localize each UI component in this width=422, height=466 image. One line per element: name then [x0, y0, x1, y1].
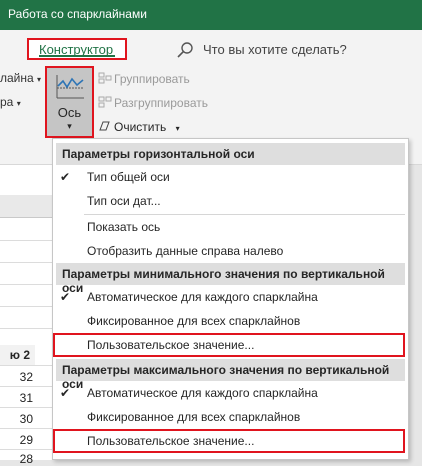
- axis-options-menu: Параметры горизонтальной оси ✔ Тип общей…: [52, 138, 409, 460]
- highlight-box: [53, 333, 405, 357]
- eraser-icon: [99, 121, 110, 131]
- menu-item-max-auto[interactable]: ✔ Автоматическое для каждого спарклайна: [56, 381, 405, 405]
- checkmark-icon: ✔: [60, 170, 71, 184]
- group-button[interactable]: Группировать: [98, 72, 190, 86]
- column-header-row: [0, 195, 60, 218]
- group-icon: [98, 72, 112, 84]
- grid-line: [0, 240, 60, 241]
- ribbon-fragment-1[interactable]: лайна ▾: [0, 71, 41, 85]
- cell-value[interactable]: 32: [20, 370, 33, 384]
- tab-constructor[interactable]: Конструктор: [27, 38, 127, 60]
- chevron-down-icon: ▾: [67, 121, 72, 131]
- ribbon-fragment-2[interactable]: ра ▾: [0, 95, 21, 109]
- axis-chart-icon: [56, 75, 84, 99]
- highlight-box: [53, 429, 405, 453]
- dropdown-caret-icon: ▾: [16, 99, 21, 108]
- menu-item-general-axis-type[interactable]: ✔ Тип общей оси: [56, 165, 405, 189]
- cell-value[interactable]: 30: [20, 412, 33, 426]
- search-icon[interactable]: [176, 41, 194, 59]
- grid-line: [0, 284, 60, 285]
- worksheet-grid[interactable]: ю 2 32 31 30 29 28: [0, 165, 60, 466]
- menu-item-date-axis-type[interactable]: Тип оси дат...: [56, 189, 405, 213]
- menu-section-header: Параметры горизонтальной оси: [56, 143, 405, 165]
- menu-item-min-auto[interactable]: ✔ Автоматическое для каждого спарклайна: [56, 285, 405, 309]
- grid-line: [0, 328, 60, 329]
- cell-value[interactable]: 31: [20, 391, 33, 405]
- header-cell[interactable]: ю 2: [0, 345, 35, 365]
- grid-line: [0, 386, 60, 387]
- cell-value[interactable]: 28: [20, 452, 33, 466]
- chevron-down-icon: ▾: [175, 124, 180, 133]
- tell-me-search[interactable]: Что вы хотите сделать?: [203, 42, 347, 57]
- grid-line: [0, 449, 60, 450]
- grid-line: [0, 428, 60, 429]
- cell-value[interactable]: 29: [20, 433, 33, 447]
- ungroup-icon: [98, 96, 112, 108]
- active-tab-underline: [39, 55, 115, 57]
- grid-line: [0, 262, 60, 263]
- window-title: Работа со спарклайнами: [8, 7, 147, 21]
- grid-line: [0, 407, 60, 408]
- dropdown-caret-icon: ▾: [37, 75, 42, 84]
- checkmark-icon: ✔: [60, 386, 71, 400]
- title-bar: Работа со спарклайнами: [0, 0, 422, 30]
- menu-item-max-fixed[interactable]: Фиксированное для всех спарклайнов: [56, 405, 405, 429]
- menu-item-min-fixed[interactable]: Фиксированное для всех спарклайнов: [56, 309, 405, 333]
- grid-line: [0, 306, 60, 307]
- axis-button[interactable]: Ось ▾: [45, 66, 94, 138]
- clear-button[interactable]: Очистить ▾: [98, 120, 180, 134]
- menu-item-show-axis[interactable]: Показать ось: [56, 215, 405, 239]
- ungroup-button[interactable]: Разгруппировать: [98, 96, 208, 110]
- menu-section-header: Параметры минимального значения по верти…: [56, 263, 405, 295]
- checkmark-icon: ✔: [60, 290, 71, 304]
- menu-item-right-to-left[interactable]: Отобразить данные справа налево: [56, 239, 405, 263]
- grid-line: [0, 365, 60, 366]
- axis-button-label: Ось: [57, 105, 82, 120]
- menu-section-header: Параметры максимального значения по верт…: [56, 359, 405, 391]
